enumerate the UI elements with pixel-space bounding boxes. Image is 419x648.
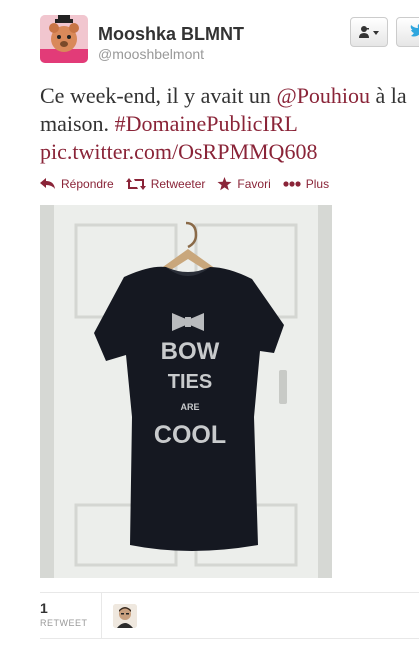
favorite-button[interactable]: Favori — [217, 177, 271, 191]
retweet-stat-label: RETWEET — [40, 618, 88, 628]
more-dots-icon — [283, 181, 301, 187]
retweet-icon — [125, 178, 146, 190]
author-handle[interactable]: @mooshbelmont — [98, 46, 204, 62]
retweet-stats[interactable]: 1 RETWEET — [40, 600, 88, 628]
media-link[interactable]: pic.twitter.com/OsRPMMQ608 — [40, 139, 317, 164]
divider — [40, 638, 419, 639]
stats-separator — [101, 592, 102, 638]
shirt-text-line: COOL — [154, 421, 226, 449]
retweet-label: Retweeter — [150, 177, 206, 191]
divider — [40, 592, 419, 593]
retweet-button[interactable]: Retweeter — [125, 177, 206, 191]
tweet-actions: Répondre Retweeter Favori Plus — [40, 177, 341, 191]
retweeter-avatar[interactable] — [113, 604, 137, 628]
tweet-photo[interactable]: BOW TIES ARE COOL — [40, 205, 332, 578]
reply-button[interactable]: Répondre — [40, 177, 114, 191]
tweet-text: Ce week-end, il y avait un @Pouhiou à la… — [40, 82, 419, 166]
reply-label: Répondre — [61, 177, 114, 191]
twitter-bird-icon — [410, 24, 419, 37]
shirt-text-line: BOW — [161, 338, 220, 365]
tweet-text-part: Ce week-end, il y avait un — [40, 83, 277, 108]
user-follow-icon — [359, 26, 379, 38]
mention-link[interactable]: @Pouhiou — [276, 83, 370, 108]
more-label: Plus — [305, 177, 330, 191]
reply-icon — [40, 178, 55, 189]
twitter-bird-button[interactable] — [396, 17, 419, 47]
author-avatar[interactable] — [40, 15, 88, 63]
hashtag-link[interactable]: #DomainePublicIRL — [115, 111, 298, 136]
favorite-label: Favori — [237, 177, 271, 191]
more-button[interactable]: Plus — [283, 177, 329, 191]
shirt-text-line: ARE — [180, 402, 199, 412]
follow-button[interactable] — [350, 17, 388, 47]
shirt-text-line: TIES — [168, 371, 212, 393]
star-icon — [217, 177, 232, 191]
author-display-name[interactable]: Mooshka BLMNT — [98, 24, 244, 45]
retweet-count: 1 — [40, 600, 48, 616]
